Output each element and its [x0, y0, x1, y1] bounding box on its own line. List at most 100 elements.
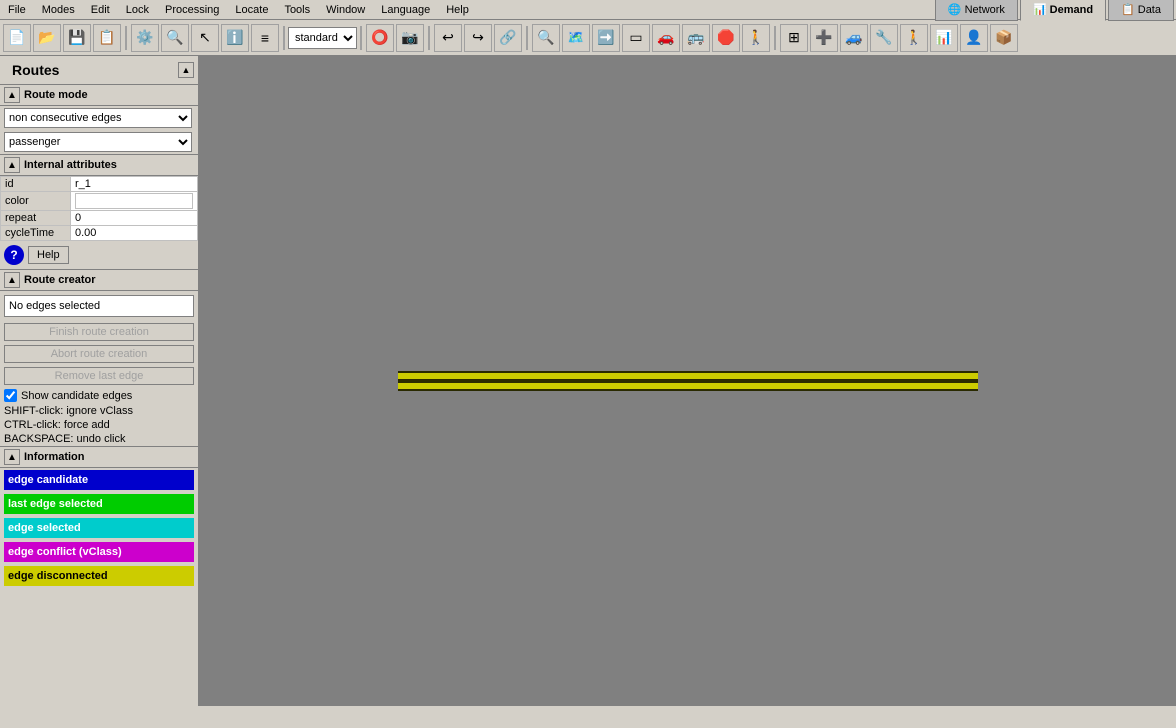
tab-data[interactable]: 📋 Data	[1108, 0, 1174, 21]
toolbar: 📄 📂 💾 📋 ⚙️ 🔍 ↖ ℹ️ ≡ standard ⭕ 📷 ↩ ↪ 🔗 🔍…	[0, 20, 1176, 56]
info-edge-disconnected: edge disconnected	[4, 566, 194, 586]
menu-processing[interactable]: Processing	[157, 2, 227, 18]
car-btn[interactable]: 🚗	[652, 24, 680, 52]
scroll-up-btn[interactable]: ▲	[178, 62, 194, 78]
information-collapse-btn[interactable]: ▲	[4, 449, 20, 465]
arrow-btn[interactable]: ➡️	[592, 24, 620, 52]
search-btn[interactable]: 🔍	[532, 24, 560, 52]
menu-modes[interactable]: Modes	[34, 2, 83, 18]
menu-window[interactable]: Window	[318, 2, 373, 18]
route-mode-collapse-btn[interactable]: ▲	[4, 87, 20, 103]
help-button[interactable]: Help	[28, 246, 69, 264]
save-btn[interactable]: 💾	[63, 24, 91, 52]
attr-repeat-input[interactable]	[75, 212, 193, 224]
route-mode-dropdown1[interactable]: non consecutive edges consecutive edges	[4, 108, 192, 128]
road-svg	[398, 371, 978, 391]
route-creator-header[interactable]: ▲ Route creator	[0, 269, 198, 291]
info-last-edge: last edge selected	[4, 494, 194, 514]
remove-last-edge-btn[interactable]: Remove last edge	[4, 367, 194, 385]
sep4	[428, 26, 430, 50]
attr-cycletime-value	[71, 226, 198, 241]
finish-route-btn[interactable]: Finish route creation	[4, 323, 194, 341]
menu-language[interactable]: Language	[373, 2, 438, 18]
abort-route-btn[interactable]: Abort route creation	[4, 345, 194, 363]
attr-row-repeat: repeat	[1, 211, 198, 226]
person-btn[interactable]: 🚶	[742, 24, 770, 52]
menu-file[interactable]: File	[0, 2, 34, 18]
menu-tools[interactable]: Tools	[276, 2, 318, 18]
attr-color-value	[71, 192, 198, 211]
undo-btn[interactable]: ↩	[434, 24, 462, 52]
tab-network[interactable]: 🌐 Network	[935, 0, 1018, 21]
menu-btn[interactable]: ≡	[251, 24, 279, 52]
route-creator-collapse-btn[interactable]: ▲	[4, 272, 20, 288]
container-btn[interactable]: 📦	[990, 24, 1018, 52]
open-btn[interactable]: 📂	[33, 24, 61, 52]
menu-edit[interactable]: Edit	[83, 2, 118, 18]
redo-btn[interactable]: ↪	[464, 24, 492, 52]
route-mode-header[interactable]: ▲ Route mode	[0, 84, 198, 106]
attr-repeat-name: repeat	[1, 211, 71, 226]
info-btn[interactable]: ℹ️	[221, 24, 249, 52]
canvas-area[interactable]	[200, 56, 1176, 706]
rect-btn[interactable]: ▭	[622, 24, 650, 52]
route-mode-dropdown1-row: non consecutive edges consecutive edges	[0, 106, 198, 130]
route-creator-label: Route creator	[24, 274, 96, 286]
attr-id-input[interactable]	[75, 178, 193, 190]
saveas-btn[interactable]: 📋	[93, 24, 121, 52]
menu-help[interactable]: Help	[438, 2, 477, 18]
sep1	[125, 26, 127, 50]
camera-btn[interactable]: 📷	[396, 24, 424, 52]
road-visualization	[398, 371, 978, 391]
zoom-fit-btn[interactable]: 🔍	[161, 24, 189, 52]
attr-row-cycletime: cycleTime	[1, 226, 198, 241]
grid-btn[interactable]: ⊞	[780, 24, 808, 52]
map-btn[interactable]: 🗺️	[562, 24, 590, 52]
left-panel: Routes ▲ ▲ Route mode non consecutive ed…	[0, 56, 200, 706]
hint-shift: SHIFT-click: ignore vClass	[0, 404, 198, 418]
attr-repeat-value	[71, 211, 198, 226]
new-btn[interactable]: 📄	[3, 24, 31, 52]
info-edge-conflict: edge conflict (vClass)	[4, 542, 194, 562]
hint-backspace: BACKSPACE: undo click	[0, 432, 198, 446]
plus-btn[interactable]: ➕	[810, 24, 838, 52]
person2-btn[interactable]: 👤	[960, 24, 988, 52]
attr-cycletime-input[interactable]	[75, 227, 193, 239]
vehicle-btn[interactable]: 🚙	[840, 24, 868, 52]
attr-row-color: color	[1, 192, 198, 211]
network-tab-icon: 🌐	[948, 3, 962, 16]
tab-demand[interactable]: 📊 Demand	[1020, 0, 1106, 21]
circle-btn[interactable]: ⭕	[366, 24, 394, 52]
demand-tab-label: Demand	[1050, 4, 1093, 16]
internal-attr-collapse-btn[interactable]: ▲	[4, 157, 20, 173]
menubar: File Modes Edit Lock Processing Locate T…	[0, 0, 1176, 20]
network-tab-label: Network	[965, 4, 1005, 16]
link-btn[interactable]: 🔗	[494, 24, 522, 52]
menu-lock[interactable]: Lock	[118, 2, 157, 18]
information-header[interactable]: ▲ Information	[0, 446, 198, 468]
walk-btn[interactable]: 🚶	[900, 24, 928, 52]
flow-btn[interactable]: 📊	[930, 24, 958, 52]
show-candidate-row: Show candidate edges	[0, 387, 198, 404]
info-edge-candidate: edge candidate	[4, 470, 194, 490]
sep2	[283, 26, 285, 50]
tool-btn[interactable]: 🔧	[870, 24, 898, 52]
mode-select[interactable]: standard	[288, 27, 357, 49]
bus-btn[interactable]: 🚌	[682, 24, 710, 52]
sep5	[526, 26, 528, 50]
attr-color-name: color	[1, 192, 71, 211]
show-candidate-checkbox[interactable]	[4, 389, 17, 402]
show-candidate-label: Show candidate edges	[21, 390, 132, 402]
attr-table: id color repeat cycleTime	[0, 176, 198, 241]
menu-locate[interactable]: Locate	[227, 2, 276, 18]
sep3	[360, 26, 362, 50]
select-btn[interactable]: ↖	[191, 24, 219, 52]
hint-ctrl: CTRL-click: force add	[0, 418, 198, 432]
stop-btn[interactable]: 🛑	[712, 24, 740, 52]
sep6	[774, 26, 776, 50]
color-picker[interactable]	[75, 193, 193, 209]
internal-attr-header[interactable]: ▲ Internal attributes	[0, 154, 198, 176]
settings-btn[interactable]: ⚙️	[131, 24, 159, 52]
information-label: Information	[24, 451, 85, 463]
route-mode-dropdown2[interactable]: passenger truck bus	[4, 132, 192, 152]
